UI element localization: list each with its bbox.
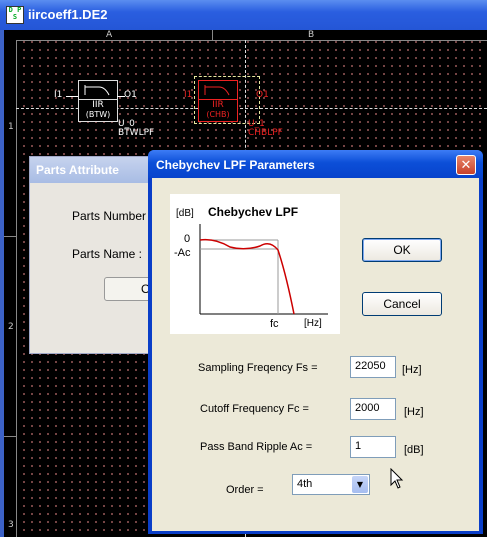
sampling-freq-input[interactable]: 22050 [350, 356, 396, 378]
order-label: Order = [226, 484, 264, 496]
row-divider [4, 236, 16, 237]
response-curve-svg [199, 224, 328, 315]
parts-dialog-title[interactable]: Parts Attribute [30, 157, 160, 183]
sampling-freq-unit: [Hz] [402, 364, 422, 376]
cutoff-freq-label: Cutoff Frequency Fc = [200, 403, 309, 415]
block2-name: CHBLPF [248, 128, 283, 138]
ripple-unit: [dB] [404, 444, 424, 456]
ripple-label: Pass Band Ripple Ac = [200, 441, 313, 453]
row-label-2: 2 [8, 322, 14, 332]
cancel-button[interactable]: Cancel [362, 292, 442, 316]
iir-btw-block[interactable]: IIR (BTW) [78, 80, 118, 122]
parts-attribute-dialog: Parts Attribute Parts Number Parts Name … [29, 156, 164, 354]
parts-number-label: Parts Number [72, 209, 147, 223]
app-icon: D P S [6, 6, 24, 24]
response-graph: [dB] Chebychev LPF 0 -Ac fc [Hz] [170, 194, 340, 334]
chebychev-dialog: Chebychev LPF Parameters ✕ [dB] Chebyche… [148, 150, 483, 534]
window-title: iircoeff1.DE2 [28, 7, 108, 22]
ok-button[interactable]: OK [362, 238, 442, 262]
sampling-freq-label: Sampling Freqency Fs = [198, 362, 318, 374]
order-value: 4th [297, 478, 313, 490]
lowpass-icon [204, 85, 230, 96]
close-button[interactable]: ✕ [456, 155, 476, 175]
app-icon-letters: D P S [8, 6, 22, 21]
column-label-a: A [106, 30, 113, 40]
order-select[interactable]: 4th ▼ [292, 474, 370, 495]
lowpass-icon [84, 85, 110, 96]
block1-type: IIR [79, 99, 117, 110]
dialog-body: [dB] Chebychev LPF 0 -Ac fc [Hz] OK Canc… [152, 178, 479, 531]
column-divider [212, 30, 213, 40]
block1-subtype: (BTW) [85, 110, 111, 119]
cutoff-freq-input[interactable]: 2000 [350, 398, 396, 420]
cutoff-freq-unit: [Hz] [404, 406, 424, 418]
block2-type: IIR [199, 99, 237, 110]
chevron-down-icon[interactable]: ▼ [352, 476, 368, 493]
column-label-b: B [308, 30, 315, 40]
row-ruler [4, 40, 17, 537]
block1-input-label: I1 [54, 90, 63, 100]
block2-input-label: I1 [184, 90, 193, 100]
row-divider [4, 436, 16, 437]
row-label-1: 1 [8, 122, 14, 132]
block1-output-label: O1 [124, 90, 137, 100]
block1-input-wire [66, 96, 78, 97]
block2-subtype: (CHB) [206, 110, 230, 119]
row-label-3: 3 [8, 520, 14, 530]
block1-name: BTWLPF [118, 128, 155, 138]
dialog-titlebar[interactable]: Chebychev LPF Parameters ✕ [148, 150, 483, 178]
main-titlebar[interactable]: D P S iircoeff1.DE2 [0, 0, 487, 30]
ripple-input[interactable]: 1 [350, 436, 396, 458]
block2-output-label: O1 [256, 90, 269, 100]
iir-chb-block[interactable]: IIR (CHB) [198, 80, 238, 122]
mouse-cursor-icon [390, 468, 404, 489]
parts-name-label: Parts Name : [72, 247, 143, 261]
dialog-title: Chebychev LPF Parameters [156, 158, 315, 172]
graph-response-curve [199, 238, 295, 315]
